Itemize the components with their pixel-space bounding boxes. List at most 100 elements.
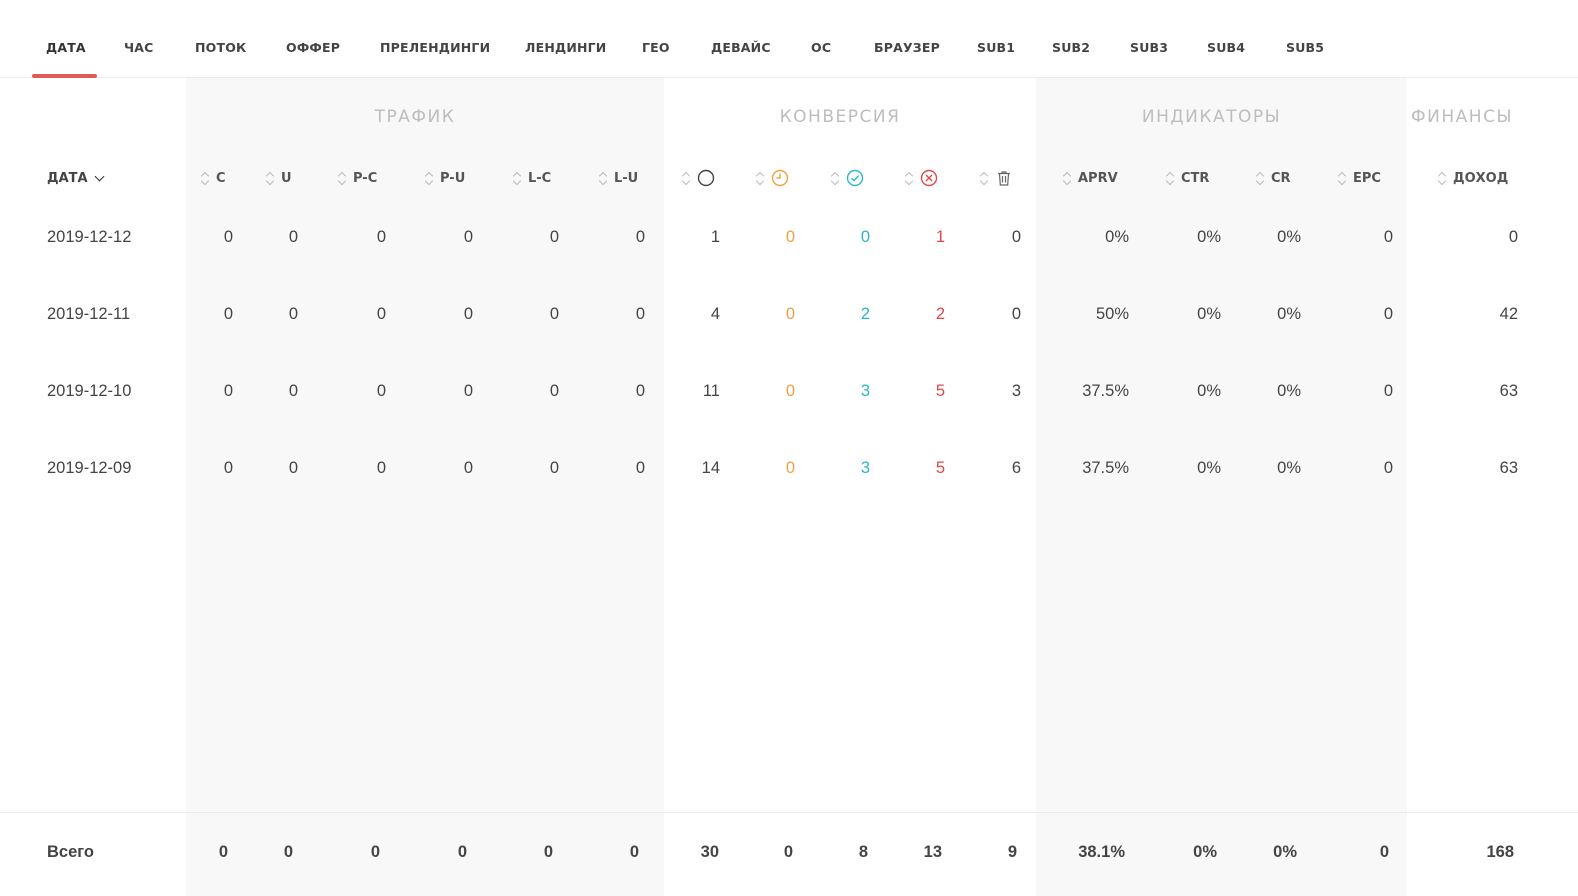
tab-offer[interactable]: ОФФЕР: [286, 40, 340, 55]
column-header-approved[interactable]: [830, 168, 864, 188]
sort-icon: [1062, 170, 1072, 186]
total-c: 0: [218, 843, 228, 861]
cell-approved: 0: [860, 228, 870, 246]
column-header-trash[interactable]: [979, 168, 1013, 188]
cell-cr: 0%: [1277, 228, 1301, 246]
check-circle-icon: [846, 169, 864, 187]
cell-total: 1: [710, 228, 720, 246]
column-header-aprv[interactable]: APRV: [1062, 168, 1118, 188]
tab-sub5[interactable]: SUB5: [1286, 40, 1324, 55]
cell-c: 0: [223, 305, 233, 323]
total-trash: 9: [1007, 843, 1017, 861]
column-header-total-conversions[interactable]: [681, 168, 715, 188]
tab-stream[interactable]: ПОТОК: [195, 40, 246, 55]
tab-date[interactable]: ДАТА: [46, 40, 86, 55]
indicators-group-bg: [1036, 78, 1407, 896]
column-header-lc-label: L-C: [528, 170, 552, 186]
x-circle-icon: [920, 169, 938, 187]
column-header-u[interactable]: U: [265, 168, 292, 188]
tab-hour[interactable]: ЧАС: [124, 40, 154, 55]
sort-icon: [904, 170, 914, 186]
column-header-rejected[interactable]: [904, 168, 938, 188]
sort-icon: [512, 170, 522, 186]
column-header-u-label: U: [281, 170, 292, 186]
row-date: 2019-12-10: [47, 382, 132, 400]
column-header-pc[interactable]: P-C: [337, 168, 377, 188]
sort-icon: [1437, 170, 1447, 186]
cell-trash: 0: [1011, 305, 1021, 323]
tab-sub2[interactable]: SUB2: [1052, 40, 1090, 55]
column-header-lu-label: L-U: [614, 170, 639, 186]
tab-sub4[interactable]: SUB4: [1207, 40, 1245, 55]
cell-epc: 0: [1383, 382, 1393, 400]
cell-pc: 0: [376, 305, 386, 323]
column-header-pu[interactable]: P-U: [424, 168, 465, 188]
tab-device[interactable]: ДЕВАЙС: [711, 40, 771, 55]
cell-pending: 0: [785, 382, 795, 400]
total-lu: 0: [629, 843, 639, 861]
cell-lc: 0: [549, 305, 559, 323]
total-pu: 0: [457, 843, 467, 861]
cell-lc: 0: [549, 382, 559, 400]
cell-approved: 3: [860, 459, 870, 477]
tab-sub1[interactable]: SUB1: [977, 40, 1015, 55]
cell-pu: 0: [463, 305, 473, 323]
cell-income: 63: [1499, 459, 1518, 477]
tab-browser[interactable]: БРАУЗЕР: [874, 40, 940, 55]
cell-ctr: 0%: [1197, 459, 1221, 477]
cell-u: 0: [288, 305, 298, 323]
cell-c: 0: [223, 459, 233, 477]
cell-lu: 0: [635, 382, 645, 400]
group-label-conversion: КОНВЕРСИЯ: [779, 107, 901, 127]
trash-icon: [998, 171, 1010, 186]
tab-sub3[interactable]: SUB3: [1130, 40, 1168, 55]
tab-os[interactable]: ОС: [811, 40, 831, 55]
cell-income: 0: [1508, 228, 1518, 246]
tab-prelandings[interactable]: ПРЕЛЕНДИНГИ: [380, 40, 490, 55]
totals-label: Всего: [47, 843, 95, 861]
total-ctr: 0%: [1193, 843, 1217, 861]
column-header-epc-label: EPC: [1353, 170, 1381, 186]
totals-divider: [0, 812, 1578, 813]
tab-bar: ДАТА ЧАС ПОТОК ОФФЕР ПРЕЛЕНДИНГИ ЛЕНДИНГ…: [0, 0, 1578, 78]
cell-approved: 3: [860, 382, 870, 400]
cell-total: 14: [701, 459, 720, 477]
column-header-ctr[interactable]: CTR: [1165, 168, 1209, 188]
column-header-pu-label: P-U: [440, 170, 466, 186]
tab-landings[interactable]: ЛЕНДИНГИ: [525, 40, 606, 55]
cell-pu: 0: [463, 459, 473, 477]
cell-pc: 0: [376, 382, 386, 400]
cell-u: 0: [288, 228, 298, 246]
cell-aprv: 37.5%: [1082, 382, 1129, 400]
column-header-lu[interactable]: L-U: [598, 168, 638, 188]
column-header-income[interactable]: ДОХОД: [1437, 168, 1508, 188]
column-header-cr[interactable]: CR: [1255, 168, 1291, 188]
sort-icon: [755, 170, 765, 186]
column-header-pc-label: P-C: [353, 170, 378, 186]
cell-pending: 0: [785, 459, 795, 477]
cell-pc: 0: [376, 459, 386, 477]
column-header-epc[interactable]: EPC: [1337, 168, 1381, 188]
column-header-c[interactable]: C: [200, 168, 226, 188]
tab-geo[interactable]: ГЕО: [642, 40, 670, 55]
sort-icon: [1255, 170, 1265, 186]
cell-pc: 0: [376, 228, 386, 246]
cell-income: 63: [1499, 382, 1518, 400]
sort-icon: [424, 170, 434, 186]
sort-icon: [200, 170, 210, 186]
cell-aprv: 0%: [1105, 228, 1129, 246]
column-header-lc[interactable]: L-C: [512, 168, 551, 188]
cell-u: 0: [288, 382, 298, 400]
cell-rejected: 5: [935, 459, 945, 477]
total-u: 0: [283, 843, 293, 861]
cell-u: 0: [288, 459, 298, 477]
cell-pu: 0: [463, 228, 473, 246]
column-header-pending[interactable]: [755, 168, 789, 188]
cell-ctr: 0%: [1197, 228, 1221, 246]
cell-cr: 0%: [1277, 459, 1301, 477]
sort-icon: [681, 170, 691, 186]
sort-icon: [265, 170, 275, 186]
column-header-date[interactable]: ДАТА: [47, 168, 105, 188]
sort-icon: [337, 170, 347, 186]
cell-c: 0: [223, 382, 233, 400]
